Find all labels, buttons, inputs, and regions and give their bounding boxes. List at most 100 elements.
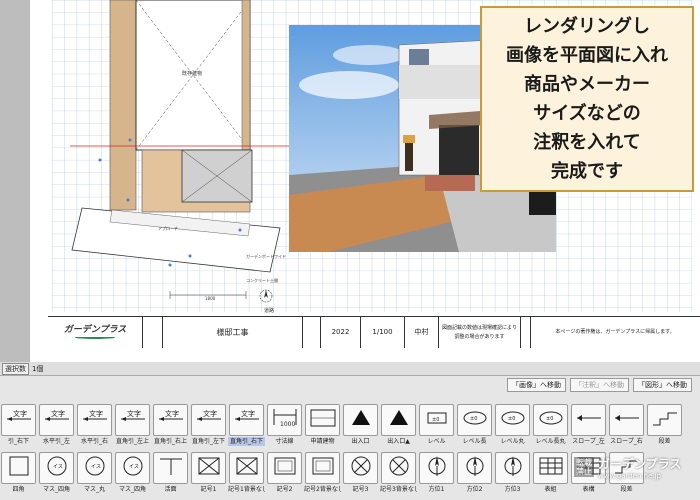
- svg-text:±0: ±0: [546, 416, 553, 422]
- palette-item-button[interactable]: [267, 452, 302, 484]
- palette-item-label: レベル長丸: [535, 438, 566, 445]
- building-label: 既存建物: [182, 70, 202, 77]
- palette-item-button[interactable]: [305, 404, 340, 436]
- palette-item-button[interactable]: イス: [77, 452, 112, 484]
- palette-item-cell: イスマス_四角: [38, 452, 75, 494]
- palette-item-label: マス_四角: [42, 486, 70, 493]
- palette-item-label: レベル長: [462, 438, 487, 445]
- slope-right-icon: [612, 405, 642, 435]
- palette-item-button[interactable]: イス: [39, 452, 74, 484]
- drawing-canvas[interactable]: 既存建物 ガーデンポートワイド コンクリート土間 アプローチ 1800 道路 ガ…: [0, 0, 700, 362]
- svg-text:文字: 文字: [203, 409, 217, 418]
- palette-item-cell: 1000 寸法線: [266, 404, 303, 446]
- palette-item-label: マス_丸: [83, 486, 105, 493]
- palette-item-button[interactable]: [191, 452, 226, 484]
- concrete-label: コンクリート土間: [246, 277, 278, 283]
- circle-cross-icon: [346, 453, 376, 483]
- palette-item-button[interactable]: 文字: [153, 404, 188, 436]
- palette-item-cell: 文字直角引_左下: [190, 404, 227, 446]
- palette-item-cell: 記号1: [190, 452, 227, 494]
- palette-item-button[interactable]: 文字: [115, 404, 150, 436]
- palette-item-button[interactable]: [381, 404, 416, 436]
- palette-item-label: 出入口: [351, 438, 370, 445]
- palette-item-cell: 記号1背景なし: [228, 452, 265, 494]
- palette-item-button[interactable]: ±0: [533, 404, 568, 436]
- title-person: 中村: [405, 317, 439, 348]
- palette-item-label: 引_右下: [7, 438, 29, 445]
- palette-item-button[interactable]: [305, 452, 340, 484]
- title-block: ガーデンプラス 様邸工事 2022 1/100 中村 図面記載の数値は現場確認に…: [48, 316, 700, 348]
- note-line-6: 完成です: [551, 161, 623, 182]
- palette-item-button[interactable]: 文字: [229, 404, 264, 436]
- note-line-5: 注釈を入れて: [533, 132, 641, 153]
- palette-item-button[interactable]: 1000: [267, 404, 302, 436]
- palette-item-button[interactable]: [1, 452, 36, 484]
- palette-item-button[interactable]: ±0: [419, 404, 454, 436]
- palette-item-cell: ±0 レベル: [418, 404, 455, 446]
- building-note-icon: [308, 405, 338, 435]
- palette-item-button[interactable]: ±0: [495, 404, 530, 436]
- palette-item-button[interactable]: [647, 404, 682, 436]
- mode-button[interactable]: 「画像」へ移動: [507, 378, 566, 392]
- mode-button[interactable]: 「注釈」へ移動: [570, 378, 629, 392]
- copyright-note: 本ページの著作権は、ガーデンプラスに帰属します。: [555, 329, 675, 335]
- palette-item-label: 直角引_左下: [191, 438, 225, 445]
- mass-circle-icon: イス: [80, 453, 110, 483]
- note-line-1: レンダリングし: [524, 16, 650, 37]
- level-long-oval-icon: ±0: [536, 405, 566, 435]
- palette-item-cell: 表組: [532, 452, 569, 494]
- step-icon: [650, 405, 680, 435]
- svg-text:イス: イス: [129, 464, 139, 470]
- palette-item-button[interactable]: ±0: [457, 404, 492, 436]
- watermark-url: www.garden.ne.jp: [598, 471, 662, 480]
- north-arrow-icon: [259, 289, 273, 303]
- palette-item-cell: スロープ_左: [570, 404, 607, 446]
- palette-item-label: 四角: [12, 486, 25, 493]
- palette-item-button[interactable]: [153, 452, 188, 484]
- svg-text:±0: ±0: [432, 417, 439, 423]
- palette-item-button[interactable]: [229, 452, 264, 484]
- palette-item-label: 方位3: [504, 486, 521, 493]
- palette-item-button[interactable]: 文字: [191, 404, 226, 436]
- palette-item-label: 記号1背景なし: [228, 486, 265, 493]
- palette-item-cell: 文字 水平引_左: [38, 404, 75, 446]
- palette-item-button[interactable]: [571, 404, 606, 436]
- mode-button[interactable]: 「図形」へ移動: [633, 378, 692, 392]
- palette-item-label: 記号2: [276, 486, 293, 493]
- site-plan[interactable]: 既存建物 ガーデンポートワイド コンクリート土間 アプローチ 1800 道路: [70, 0, 310, 316]
- palette-item-button[interactable]: イス: [115, 452, 150, 484]
- palette-item-cell: ±0 レベル丸: [494, 404, 531, 446]
- mass-square-icon: イス: [42, 453, 72, 483]
- project-name: 様邸工事: [163, 317, 303, 348]
- text-angle-right-up-icon: 文字: [156, 405, 186, 435]
- palette-item-label: スロープ_右: [610, 438, 643, 445]
- palette-item-button[interactable]: 文字: [77, 404, 112, 436]
- palette-row-1: 文字 引_右下 文字 水平引_左 文字 水平引_右 文字 直角引_左上 文字 直角引_右上 文字 直角…: [0, 404, 700, 446]
- palette-item-cell: 活面: [152, 452, 189, 494]
- box-plain-open-icon: [308, 453, 338, 483]
- svg-text:文字: 文字: [51, 409, 65, 418]
- palette-item-button[interactable]: [343, 452, 378, 484]
- palette-item-label: レベル丸: [500, 438, 525, 445]
- annotation-callout[interactable]: レンダリングし 画像を平面図に入れ 商品やメーカー サイズなどの 注釈を入れて …: [480, 6, 694, 192]
- palette-item-cell: イスマス_丸: [76, 452, 113, 494]
- selection-bar: 選択数 1個: [0, 362, 700, 376]
- palette-item-button[interactable]: 文字: [1, 404, 36, 436]
- watermark-kanji: 転載禁止: [574, 457, 594, 477]
- palette-item-button[interactable]: [343, 404, 378, 436]
- text-leader-left-icon: 文字: [42, 405, 72, 435]
- note-line-4: サイズなどの: [533, 103, 641, 124]
- palette-item-button[interactable]: [495, 452, 530, 484]
- watermark: 転載禁止 ガーデンプラス www.garden.ne.jp: [574, 452, 694, 482]
- palette-item-button[interactable]: [609, 404, 644, 436]
- palette-item-label: 申請建物: [310, 438, 335, 445]
- palette-item-cell: 出入口: [342, 404, 379, 446]
- palette-item-button[interactable]: [381, 452, 416, 484]
- palette-item-button[interactable]: [457, 452, 492, 484]
- svg-text:文字: 文字: [13, 409, 27, 418]
- palette-item-button[interactable]: 文字: [39, 404, 74, 436]
- palette-item-button[interactable]: [533, 452, 568, 484]
- palette-item-cell: 記号3: [342, 452, 379, 494]
- palette-item-button[interactable]: [419, 452, 454, 484]
- palette-item-cell: ±0 レベル長: [456, 404, 493, 446]
